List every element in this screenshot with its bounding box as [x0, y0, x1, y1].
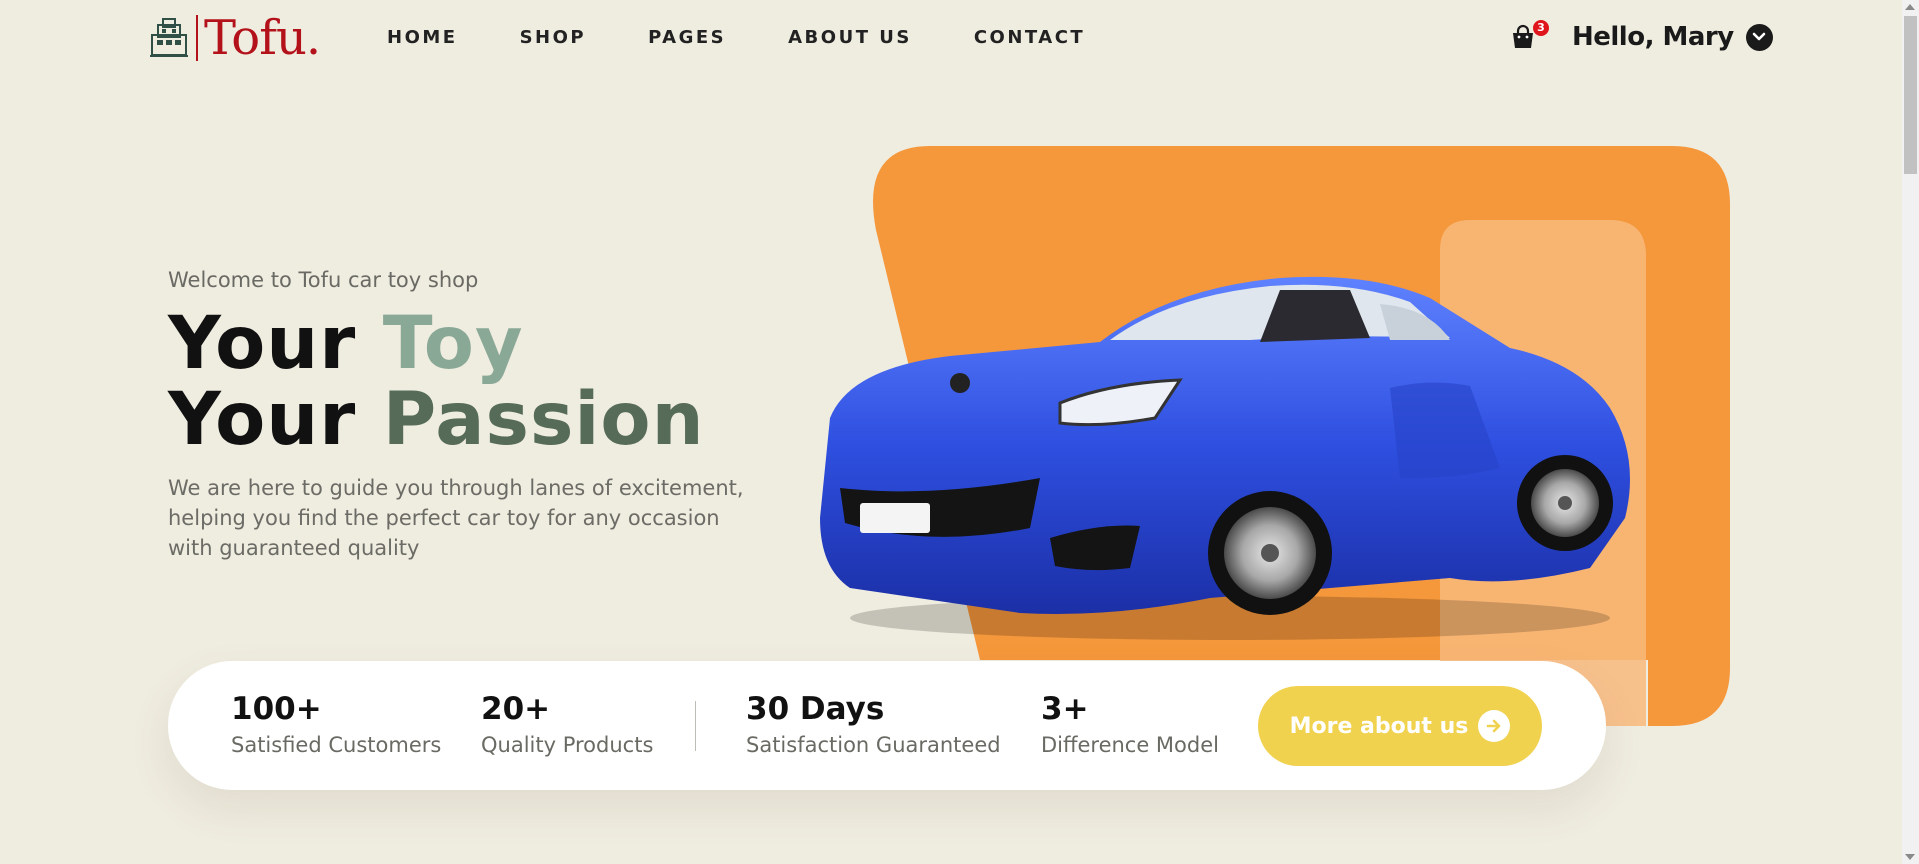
hero-line-1: Your Toy	[168, 301, 524, 386]
stat-item: 3+ Difference Model	[1041, 691, 1219, 757]
more-about-us-label: More about us	[1289, 713, 1469, 739]
logo-text: Tofu.	[204, 10, 321, 66]
nav-shop[interactable]: SHOP	[520, 27, 587, 48]
stat-item: 100+ Satisfied Customers	[231, 691, 441, 757]
scroll-thumb[interactable]	[1904, 16, 1917, 174]
hero-line-2: Your Passion	[168, 377, 705, 462]
cart-count-badge: 3	[1533, 20, 1549, 36]
stat-value: 20+	[481, 691, 551, 727]
page-scrollbar[interactable]	[1902, 0, 1919, 864]
stat-item: 30 Days Satisfaction Guaranteed	[746, 691, 1001, 757]
more-about-us-button[interactable]: More about us	[1258, 686, 1542, 766]
nav-pages[interactable]: PAGES	[648, 27, 726, 48]
stat-item: 20+ Quality Products	[481, 691, 653, 757]
stat-value: 30 Days	[746, 691, 885, 727]
scroll-down-icon[interactable]	[1905, 854, 1915, 860]
scroll-up-icon[interactable]	[1905, 4, 1915, 10]
nav-home[interactable]: HOME	[387, 27, 458, 48]
hero-description: We are here to guide you through lanes o…	[168, 476, 744, 560]
stat-label: Quality Products	[481, 733, 654, 757]
main-nav: HOME SHOP PAGES ABOUT US CONTACT	[387, 27, 1147, 48]
stats-bar: 100+ Satisfied Customers 20+ Quality Pro…	[168, 661, 1606, 790]
logo-divider	[196, 15, 198, 61]
hero-heading: Your Toy Your Passion	[168, 306, 705, 458]
hero-welcome-text: Welcome to Tofu car toy shop	[168, 268, 479, 292]
stat-label: Satisfied Customers	[231, 733, 442, 757]
nav-about-us[interactable]: ABOUT US	[788, 27, 912, 48]
stat-value: 100+	[231, 691, 322, 727]
hero-accent-passion: Passion	[382, 377, 705, 462]
stats-divider	[695, 701, 696, 751]
car-image	[820, 276, 1630, 640]
arrow-right-circle-icon	[1478, 710, 1511, 742]
nav-contact[interactable]: CONTACT	[974, 27, 1085, 48]
stat-value: 3+	[1041, 691, 1089, 727]
stat-label: Difference Model	[1041, 733, 1219, 757]
stat-label: Satisfaction Guaranteed	[746, 733, 1001, 757]
brand-logo[interactable]: Tofu.	[148, 10, 321, 66]
chevron-down-icon[interactable]	[1745, 23, 1773, 51]
user-greeting: Hello, Mary	[1572, 22, 1734, 52]
hero-accent-toy: Toy	[382, 301, 524, 386]
castle-tofu-icon	[148, 17, 190, 59]
user-menu[interactable]: Hello, Mary	[1572, 22, 1773, 52]
